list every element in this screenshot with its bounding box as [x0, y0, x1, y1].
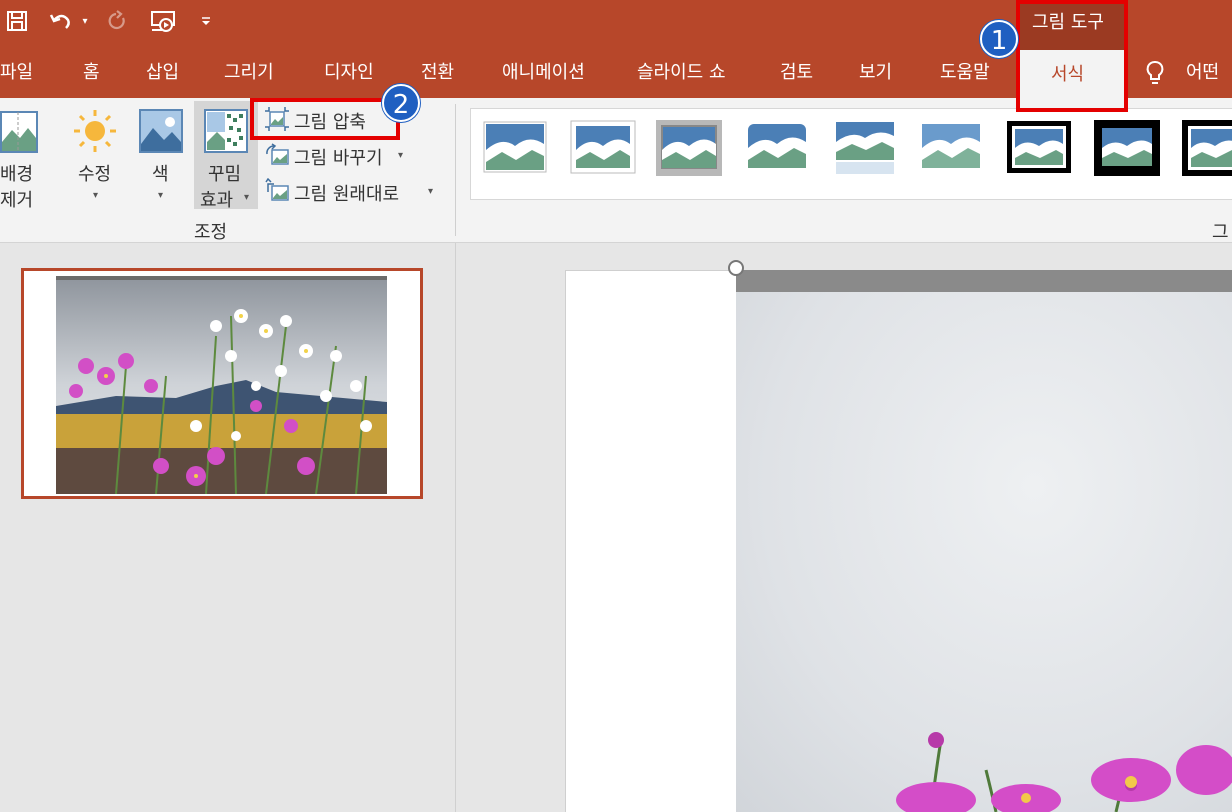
- rotation-handle[interactable]: [728, 260, 744, 276]
- tab-slideshow[interactable]: 슬라이드 쇼: [637, 58, 726, 88]
- lightbulb-icon[interactable]: [1144, 60, 1166, 86]
- change-picture-dropdown-icon[interactable]: ▾: [398, 150, 403, 161]
- highlight-compress-button: [250, 98, 400, 140]
- picture-styles-group-label: 그: [1212, 222, 1229, 243]
- style-thumb-5[interactable]: [832, 120, 898, 176]
- undo-icon[interactable]: [46, 8, 76, 34]
- style-thumb-3[interactable]: [656, 120, 722, 176]
- customize-qat-icon[interactable]: [198, 8, 214, 34]
- highlight-format-tab: [1016, 0, 1128, 112]
- corrections-label[interactable]: 수정: [78, 160, 111, 186]
- reset-picture-icon[interactable]: [264, 177, 290, 204]
- remove-bg-label-1: 배경: [0, 164, 34, 185]
- group-separator: [455, 104, 456, 236]
- save-icon[interactable]: [4, 8, 30, 34]
- style-thumb-9[interactable]: [1182, 120, 1232, 176]
- corrections-icon[interactable]: [72, 108, 118, 154]
- tab-file[interactable]: 파일: [0, 58, 33, 88]
- tab-draw[interactable]: 그리기: [224, 58, 274, 88]
- color-label[interactable]: 색: [152, 160, 169, 186]
- change-picture-button[interactable]: 그림 바꾸기: [294, 144, 383, 170]
- reset-picture-dropdown-icon[interactable]: ▾: [428, 186, 433, 197]
- tab-view[interactable]: 보기: [859, 58, 892, 88]
- style-thumb-7[interactable]: [1006, 120, 1072, 176]
- artistic-label-2: 효과: [200, 190, 234, 211]
- artistic-effects-icon[interactable]: [203, 108, 249, 154]
- remove-background-icon[interactable]: [0, 108, 40, 154]
- slide-cosmos-photo[interactable]: [736, 270, 1232, 812]
- tab-help[interactable]: 도움말: [940, 58, 990, 88]
- style-thumb-4[interactable]: [744, 120, 810, 176]
- pane-divider[interactable]: [455, 243, 456, 812]
- style-thumb-1[interactable]: [482, 120, 548, 176]
- artistic-label-1: 꾸밈: [208, 164, 242, 185]
- change-picture-icon[interactable]: [264, 142, 290, 168]
- artistic-dropdown-icon[interactable]: ▾: [244, 192, 249, 203]
- reset-picture-button[interactable]: 그림 원래대로: [294, 180, 399, 206]
- tab-animations[interactable]: 애니메이션: [502, 58, 585, 88]
- remove-bg-label-2: 제거: [0, 190, 34, 211]
- tell-me-box[interactable]: 어떤: [1186, 58, 1219, 88]
- step-1-badge: 1: [980, 20, 1018, 58]
- tab-home[interactable]: 홈: [83, 58, 100, 88]
- corrections-dropdown-icon[interactable]: ▾: [93, 190, 98, 201]
- color-icon[interactable]: [138, 108, 184, 154]
- style-thumb-2[interactable]: [570, 120, 636, 176]
- tab-insert[interactable]: 삽입: [146, 58, 179, 88]
- tab-review[interactable]: 검토: [780, 58, 813, 88]
- thumbnail-cosmos-photo: [56, 276, 387, 494]
- tab-transitions[interactable]: 전환: [421, 58, 454, 88]
- adjust-group-label: 조정: [194, 222, 228, 243]
- style-thumb-6[interactable]: [918, 120, 984, 176]
- tab-design[interactable]: 디자인: [324, 58, 374, 88]
- style-thumb-8[interactable]: [1094, 120, 1160, 176]
- step-2-badge: 2: [382, 84, 420, 122]
- present-from-start-icon[interactable]: [148, 8, 180, 34]
- redo-icon[interactable]: [104, 8, 130, 34]
- color-dropdown-icon[interactable]: ▾: [158, 190, 163, 201]
- undo-dropdown-icon[interactable]: ▾: [78, 8, 92, 34]
